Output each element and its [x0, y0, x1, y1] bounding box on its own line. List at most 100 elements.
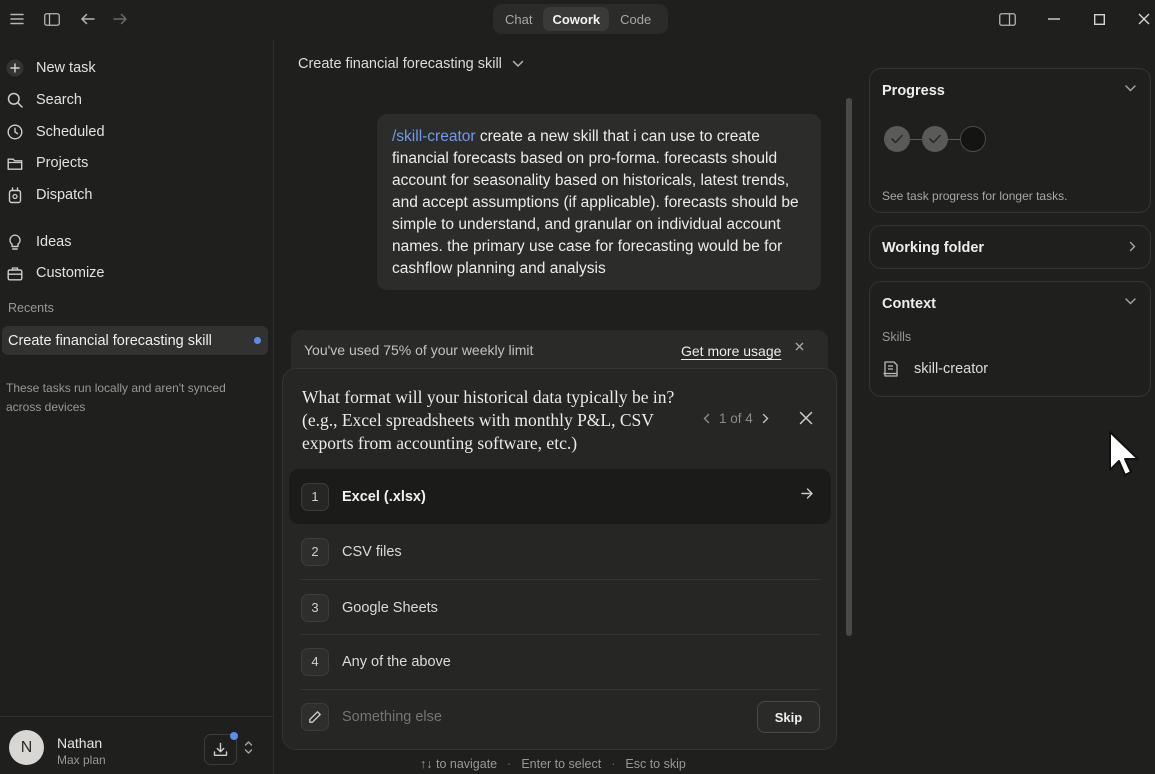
user-plan: Max plan: [57, 753, 106, 767]
local-tasks-note: These tasks run locally and aren't synce…: [6, 381, 226, 414]
arrow-right-icon: [801, 488, 813, 499]
unread-dot-icon: [254, 337, 261, 344]
keyboard-hints: ↑↓ to navigate · Enter to select · Esc t…: [420, 757, 686, 771]
sidebar-item-projects[interactable]: Projects: [6, 150, 88, 176]
hint-navigate: ↑↓ to navigate: [420, 757, 498, 771]
option-number: 1: [301, 482, 329, 511]
question-card: What format will your historical data ty…: [282, 368, 837, 750]
option-number: 4: [301, 647, 329, 676]
forward-arrow-icon[interactable]: [108, 8, 132, 30]
chevron-left-icon[interactable]: [703, 413, 710, 424]
maximize-icon[interactable]: [1077, 0, 1121, 38]
pager-count: 1 of 4: [719, 411, 753, 426]
answer-option[interactable]: 3 Google Sheets: [300, 580, 821, 635]
skill-item[interactable]: skill-creator: [882, 360, 988, 378]
tab-chat[interactable]: Chat: [496, 7, 541, 31]
chevron-right-icon[interactable]: [762, 413, 769, 424]
close-icon[interactable]: [795, 342, 804, 351]
custom-answer-input[interactable]: Something else: [300, 699, 821, 735]
get-more-usage-link[interactable]: Get more usage: [681, 343, 781, 359]
sidebar-item-label: Dispatch: [36, 187, 93, 203]
sidebar-item-label: Ideas: [36, 234, 72, 250]
download-button[interactable]: [204, 732, 238, 765]
clock-icon: [6, 123, 24, 141]
answer-option[interactable]: 2 CSV files: [300, 524, 821, 579]
question-text: What format will your historical data ty…: [302, 387, 675, 453]
progress-title: Progress: [882, 83, 945, 99]
sidebar-item-new-task[interactable]: New task: [6, 55, 96, 81]
hamburger-menu-icon[interactable]: [5, 8, 29, 30]
sidebar-item-ideas[interactable]: Ideas: [6, 229, 71, 255]
search-icon: [6, 91, 24, 109]
skill-command[interactable]: /skill-creator: [392, 128, 476, 145]
progress-steps: [884, 126, 986, 152]
recent-task-label: Create financial forecasting skill: [8, 332, 212, 349]
sidebar-item-label: New task: [36, 60, 96, 76]
sidebar-item-search[interactable]: Search: [6, 87, 82, 113]
sidebar-item-dispatch[interactable]: Dispatch: [6, 182, 92, 208]
skill-name: skill-creator: [914, 361, 989, 377]
user-name: Nathan: [57, 735, 103, 751]
sidebar-item-customize[interactable]: Customize: [6, 260, 105, 286]
notification-dot-icon: [230, 732, 238, 740]
mode-switcher: Chat Cowork Code: [493, 4, 668, 34]
context-panel: Context Skills skill-creator: [869, 281, 1151, 397]
chevron-down-icon: [512, 60, 524, 68]
step-connector: [910, 138, 922, 140]
page-title: Create financial forecasting skill: [298, 56, 502, 72]
sidebar-item-label: Customize: [36, 265, 105, 281]
sidebar-item-label: Scheduled: [36, 124, 105, 140]
pending-step-icon: [960, 126, 986, 152]
message-text: create a new skill that i can use to cre…: [392, 128, 799, 277]
chevron-down-icon[interactable]: [1125, 85, 1136, 92]
step-connector: [948, 138, 960, 140]
tab-code[interactable]: Code: [611, 7, 660, 31]
mouse-cursor-icon: [1108, 430, 1140, 478]
option-number: 3: [301, 593, 329, 622]
task-title-dropdown[interactable]: Create financial forecasting skill: [298, 56, 524, 72]
skills-label: Skills: [882, 330, 912, 344]
close-icon[interactable]: [799, 411, 813, 425]
working-folder-panel[interactable]: Working folder: [869, 225, 1151, 269]
download-icon: [213, 742, 228, 756]
custom-answer-placeholder: Something else: [342, 709, 442, 725]
dispatch-icon: [6, 186, 24, 204]
title-bar: Chat Cowork Code: [0, 0, 1155, 40]
usage-limit-text: You've used 75% of your weekly limit: [304, 342, 534, 358]
chevron-right-icon: [1129, 241, 1136, 252]
close-window-icon[interactable]: [1122, 0, 1155, 38]
context-title: Context: [882, 296, 936, 312]
right-panel-toggle-icon[interactable]: [995, 8, 1019, 30]
option-label: Google Sheets: [342, 599, 438, 616]
sidebar-toggle-icon[interactable]: [40, 8, 64, 30]
working-folder-title: Working folder: [882, 240, 985, 256]
hint-separator: ·: [611, 757, 616, 771]
answer-option[interactable]: 4 Any of the above: [300, 634, 821, 689]
tab-cowork[interactable]: Cowork: [543, 7, 610, 31]
check-icon: [884, 126, 910, 152]
recents-heading: Recents: [8, 301, 54, 315]
skip-button[interactable]: Skip: [757, 701, 820, 733]
folder-icon: [6, 154, 24, 172]
back-arrow-icon[interactable]: [75, 8, 99, 30]
recent-task-item[interactable]: Create financial forecasting skill: [2, 326, 268, 355]
progress-hint: See task progress for longer tasks.: [882, 189, 1068, 203]
chevron-up-down-icon[interactable]: [244, 740, 253, 755]
plus-icon: [6, 59, 24, 77]
sidebar: New task Search Scheduled Projects Dispa…: [0, 40, 274, 774]
avatar[interactable]: N: [9, 730, 44, 765]
user-profile[interactable]: N Nathan Max plan: [0, 716, 274, 774]
lightbulb-icon: [6, 233, 24, 251]
answer-option[interactable]: 1 Excel (.xlsx): [289, 469, 831, 524]
hint-select: Enter to select: [521, 757, 602, 771]
option-label: CSV files: [342, 543, 402, 560]
scrollbar[interactable]: [846, 98, 852, 636]
sidebar-item-scheduled[interactable]: Scheduled: [6, 119, 105, 145]
divider: [300, 689, 821, 690]
sidebar-item-label: Projects: [36, 155, 89, 171]
hint-separator: ·: [507, 757, 512, 771]
chevron-down-icon[interactable]: [1125, 298, 1136, 305]
minimize-icon[interactable]: [1032, 0, 1076, 38]
sidebar-item-label: Search: [36, 92, 82, 108]
pencil-icon: [301, 703, 329, 731]
